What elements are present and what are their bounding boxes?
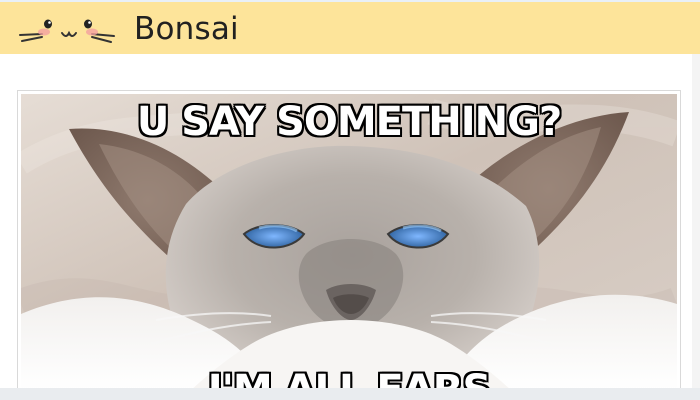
- meme-bottom-caption: I'M ALL EARS: [207, 367, 492, 390]
- cat-face-logo-icon[interactable]: [18, 12, 116, 48]
- top-navigation-bar: Bonsai: [0, 0, 700, 54]
- meme-top-caption: U SAY SOMETHING?: [136, 99, 562, 145]
- vertical-scrollbar[interactable]: [692, 54, 700, 400]
- bottom-edge-strip: [0, 388, 700, 400]
- meme-image: U SAY SOMETHING? I'M ALL EARS: [21, 94, 677, 390]
- brand-title[interactable]: Bonsai: [134, 10, 239, 48]
